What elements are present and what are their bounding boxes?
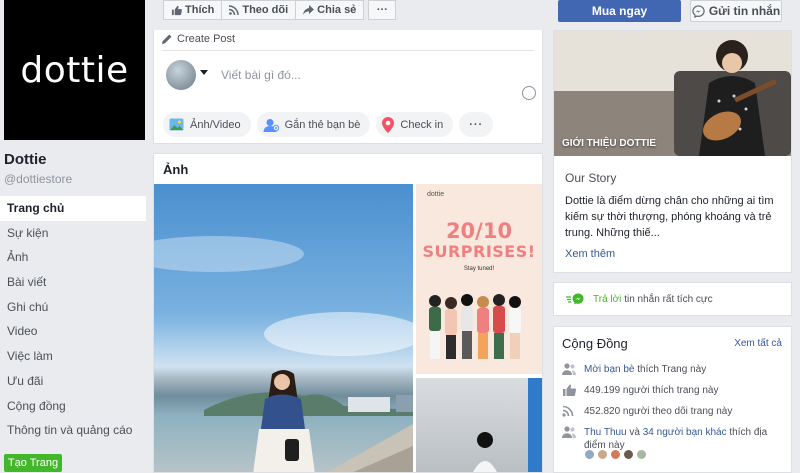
nav-item-community[interactable]: Cộng đồng — [0, 394, 146, 419]
follow-label: Theo dõi — [242, 4, 289, 16]
send-message-button[interactable]: Gửi tin nhắn — [690, 0, 782, 22]
friend-link-a[interactable]: Thu Thuu — [584, 427, 627, 438]
more-options-button[interactable]: ··· — [368, 0, 397, 20]
avatar[interactable] — [610, 449, 621, 460]
see-all-link[interactable]: Xem tất cả — [734, 338, 782, 349]
like-label: Thích — [185, 4, 215, 16]
fast-response-icon — [566, 293, 584, 304]
promo-subtitle: Stay tuned! — [463, 266, 495, 272]
buy-now-button[interactable]: Mua ngay — [558, 0, 681, 22]
tag-friends-icon — [263, 118, 279, 132]
seaside-illustration — [154, 236, 413, 472]
photo-girl-wall[interactable] — [416, 378, 542, 472]
avatar[interactable] — [166, 60, 196, 90]
nav-item-photos[interactable]: Ảnh — [0, 245, 146, 270]
people-icon — [562, 363, 576, 375]
rss-icon — [562, 405, 574, 417]
story-text: Dottie là điểm dừng chân cho những ai tì… — [565, 195, 774, 239]
nav-item-videos[interactable]: Video — [0, 319, 146, 344]
friend-avatars — [584, 449, 647, 460]
page-name[interactable]: Dottie — [4, 151, 47, 168]
avatar[interactable] — [584, 449, 595, 460]
composer-actions: Ảnh/Video Gắn thẻ bạn bè Check in ··· — [163, 112, 494, 137]
nav-item-events[interactable]: Sự kiện — [0, 221, 146, 246]
intro-photo-label: GIỚI THIỆU DOTTIE — [562, 138, 657, 149]
girl-illustration — [473, 378, 542, 472]
intro-photo[interactable]: GIỚI THIỆU DOTTIE — [554, 31, 791, 156]
pencil-icon — [162, 34, 172, 44]
follow-button[interactable]: Theo dõi — [222, 0, 297, 20]
page-action-bar: Thích Theo dõi Chia sẻ ··· — [163, 0, 397, 20]
promo-headline: SURPRISES! — [422, 242, 536, 261]
create-post-header[interactable]: Create Post — [162, 33, 235, 45]
tag-friends-button[interactable]: Gắn thẻ bạn bè — [256, 112, 371, 137]
share-arrow-icon — [303, 5, 315, 15]
story-title: Our Story — [565, 171, 617, 185]
avatar[interactable] — [636, 449, 647, 460]
response-rate-text: Trả lời tin nhắn rất tích cực — [593, 294, 713, 305]
followers-count-text: 452.820 người theo dõi trang này — [584, 406, 733, 417]
page-handle[interactable]: @dottiestore — [4, 172, 72, 186]
invite-friends-text: Mời bạn bè thích Trang này — [584, 363, 706, 376]
promo-brand: dottie — [427, 191, 445, 198]
see-more-link[interactable]: Xem thêm — [565, 248, 615, 260]
check-in-button[interactable]: Check in — [376, 112, 454, 137]
photo-icon — [169, 118, 184, 131]
divider — [162, 50, 534, 51]
photo-video-label: Ảnh/Video — [190, 118, 241, 131]
messenger-icon — [692, 4, 705, 18]
invite-friends-row: Mời bạn bè thích Trang này — [562, 363, 786, 376]
community-card: Cộng Đồng Xem tất cả Mời bạn bè thích Tr… — [553, 326, 792, 473]
nav-item-offers[interactable]: Ưu đãi — [0, 369, 146, 394]
invite-friends-link[interactable]: Mời bạn bè — [584, 364, 634, 375]
emoji-icon[interactable] — [522, 86, 536, 100]
friend-link-b[interactable]: 34 người bạn khác — [643, 427, 727, 438]
post-text-input[interactable]: Viết bài gì đó... — [221, 68, 301, 82]
avatar[interactable] — [623, 449, 634, 460]
avatar[interactable] — [597, 449, 608, 460]
rss-icon — [229, 5, 240, 15]
like-button[interactable]: Thích — [163, 0, 223, 20]
photo-promo-surprises[interactable]: dottie 20/10 SURPRISES! Stay tuned! — [416, 184, 542, 374]
promo-headline-date: 20/10 — [445, 219, 513, 243]
community-title[interactable]: Cộng Đồng — [562, 336, 628, 351]
location-pin-icon — [382, 116, 395, 133]
response-highlight: Trả lời — [593, 293, 622, 305]
composer-more-button[interactable]: ··· — [459, 112, 494, 137]
invite-friends-rest: thích Trang này — [634, 364, 707, 375]
create-page-button[interactable]: Tạo Trang — [4, 454, 62, 472]
share-label: Chia sẻ — [317, 4, 357, 16]
response-rate-card: Trả lời tin nhắn rất tích cực — [553, 282, 792, 316]
nav-item-home[interactable]: Trang chủ — [0, 196, 146, 221]
check-in-label: Check in — [400, 118, 444, 131]
friends-icon — [562, 426, 576, 438]
share-button[interactable]: Chia sẻ — [296, 0, 365, 20]
likes-row: 449.199 người thích trang này — [562, 384, 786, 397]
logo-text: dottie — [20, 49, 129, 91]
photos-section: Ảnh dottie 20/10 SURPRISES! Stay tuned! — [153, 153, 543, 473]
nav-item-jobs[interactable]: Việc làm — [0, 344, 146, 369]
likes-count-text: 449.199 người thích trang này — [584, 385, 719, 396]
nav-item-posts[interactable]: Bài viết — [0, 270, 146, 295]
photo-seaside[interactable] — [154, 184, 413, 472]
thumbs-up-icon — [563, 384, 576, 396]
response-rest: tin nhắn rất tích cực — [621, 293, 713, 305]
left-nav: Trang chủ Sự kiện Ảnh Bài viết Ghi chú V… — [0, 196, 146, 443]
page-logo[interactable]: dottie — [4, 0, 145, 140]
women-group-illustration — [429, 294, 521, 359]
intro-card: GIỚI THIỆU DOTTIE Our Story Dottie là đi… — [553, 30, 792, 273]
tag-friends-label: Gắn thẻ bạn bè — [284, 118, 361, 131]
chevron-down-icon[interactable] — [200, 70, 208, 75]
photos-section-title[interactable]: Ảnh — [163, 162, 188, 177]
create-post-composer: Create Post Viết bài gì đó... Ảnh/Video … — [153, 30, 543, 144]
thumbs-up-icon — [171, 5, 182, 15]
send-message-label: Gửi tin nhắn — [708, 4, 781, 18]
nav-item-notes[interactable]: Ghi chú — [0, 295, 146, 320]
followers-row: 452.820 người theo dõi trang này — [562, 405, 786, 418]
nav-item-info-ads[interactable]: Thông tin và quảng cáo — [0, 418, 146, 443]
create-post-label: Create Post — [177, 33, 236, 45]
friend-and: và — [626, 427, 643, 438]
photo-video-button[interactable]: Ảnh/Video — [163, 112, 251, 137]
